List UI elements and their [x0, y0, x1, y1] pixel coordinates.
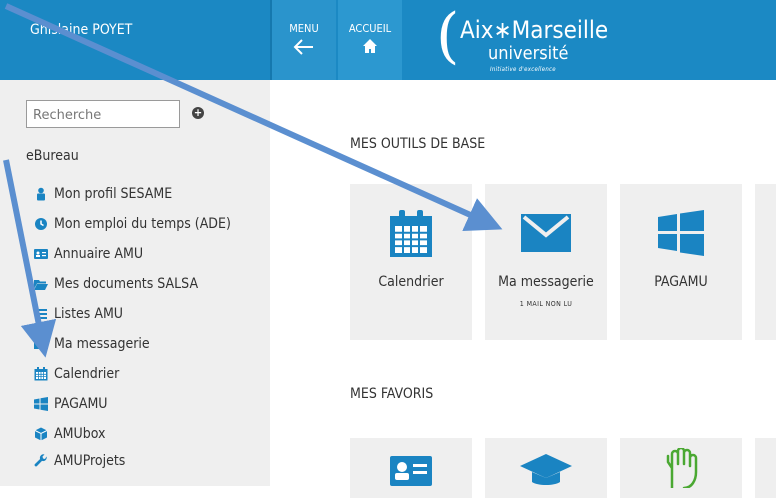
sidebar-item-amubox[interactable]: AMUbox: [34, 423, 105, 445]
section-ebureau: eBureau: [26, 148, 79, 164]
envelope-icon: [33, 337, 49, 351]
sidebar-item-messagerie[interactable]: Ma messagerie: [33, 333, 150, 355]
list-icon: [34, 307, 48, 321]
main-content: MES OUTILS DE BASE Calendrier Ma message…: [272, 80, 776, 498]
logo-tagline: Initiative d'excellence: [490, 66, 556, 73]
arrow-left-icon: [272, 38, 336, 60]
sidebar-item-pagamu[interactable]: PAGAMU: [34, 393, 108, 415]
menu-button[interactable]: MENU: [272, 0, 336, 80]
sidebar-item-label: Annuaire AMU: [54, 246, 144, 262]
calendar-icon: [34, 367, 48, 381]
tile-partial[interactable]: [755, 184, 776, 340]
wrench-icon: [34, 454, 48, 468]
home-icon: [338, 38, 402, 58]
tile-pagamu[interactable]: PAGAMU: [620, 184, 742, 340]
search-box[interactable]: [26, 100, 180, 128]
logo-name: Aix∗Marseille: [460, 16, 609, 44]
windows-icon: [34, 397, 48, 411]
calendar-icon: [350, 210, 472, 262]
user-name: Ghislaine POYET: [30, 22, 133, 38]
tile-messagerie[interactable]: Ma messagerie 1 MAIL NON LU: [485, 184, 607, 340]
sidebar-item-listes[interactable]: Listes AMU: [34, 303, 123, 325]
favorites-heading: MES FAVORIS: [350, 386, 434, 402]
sidebar-item-label: PAGAMU: [54, 396, 108, 412]
logo-subtitle: université: [488, 43, 569, 64]
box-icon: [34, 427, 48, 441]
sidebar-item-label: Mes documents SALSA: [54, 276, 199, 292]
folder-open-icon: [34, 277, 48, 291]
windows-icon: [620, 210, 742, 260]
fav-tile-annuaire[interactable]: [350, 438, 472, 498]
hand-icon: [620, 446, 742, 492]
logo-parenthesis: (: [436, 1, 460, 71]
sidebar-item-label: Ma messagerie: [54, 336, 150, 352]
sidebar-item-profil[interactable]: Mon profil SESAME: [34, 183, 172, 205]
fav-tile-partial[interactable]: [755, 438, 776, 498]
tile-label: Ma messagerie: [498, 274, 594, 290]
user-area: Ghislaine POYET: [0, 0, 270, 80]
home-label: ACCUEIL: [348, 22, 392, 35]
add-icon[interactable]: +: [192, 107, 204, 119]
sidebar-item-label: Mon emploi du temps (ADE): [54, 216, 231, 232]
search-input[interactable]: [31, 102, 175, 128]
sidebar: + eBureau Mon profil SESAME Mon emploi d…: [0, 80, 270, 486]
sidebar-item-label: AMUbox: [54, 426, 106, 442]
tile-label: Calendrier: [378, 274, 444, 290]
id-card-icon: [350, 456, 472, 490]
sidebar-item-calendrier[interactable]: Calendrier: [34, 363, 119, 385]
fav-tile-hand[interactable]: [620, 438, 742, 498]
sidebar-item-documents[interactable]: Mes documents SALSA: [34, 273, 198, 295]
unread-count: 1 MAIL NON LU: [519, 300, 573, 308]
sidebar-item-annuaire[interactable]: Annuaire AMU: [34, 243, 143, 265]
sidebar-item-amuprojets[interactable]: AMUProjets: [34, 450, 125, 472]
graduation-cap-icon: [485, 452, 607, 490]
user-lock-icon: [34, 187, 48, 201]
sidebar-item-label: Calendrier: [54, 366, 120, 382]
clock-icon: [34, 217, 48, 231]
tile-calendrier[interactable]: Calendrier: [350, 184, 472, 340]
sidebar-item-label: Mon profil SESAME: [54, 186, 173, 202]
tile-label: PAGAMU: [654, 274, 708, 290]
sidebar-item-emploi-du-temps[interactable]: Mon emploi du temps (ADE): [34, 213, 231, 235]
sidebar-item-label: AMUProjets: [54, 453, 126, 469]
base-tools-heading: MES OUTILS DE BASE: [350, 136, 486, 152]
menu-label: MENU: [289, 22, 319, 35]
university-logo[interactable]: ( Aix∗Marseille université Initiative d'…: [436, 1, 636, 78]
envelope-icon: [485, 214, 607, 256]
id-card-icon: [34, 247, 48, 261]
home-button[interactable]: ACCUEIL: [338, 0, 402, 80]
sidebar-item-label: Listes AMU: [54, 306, 124, 322]
fav-tile-graduation[interactable]: [485, 438, 607, 498]
